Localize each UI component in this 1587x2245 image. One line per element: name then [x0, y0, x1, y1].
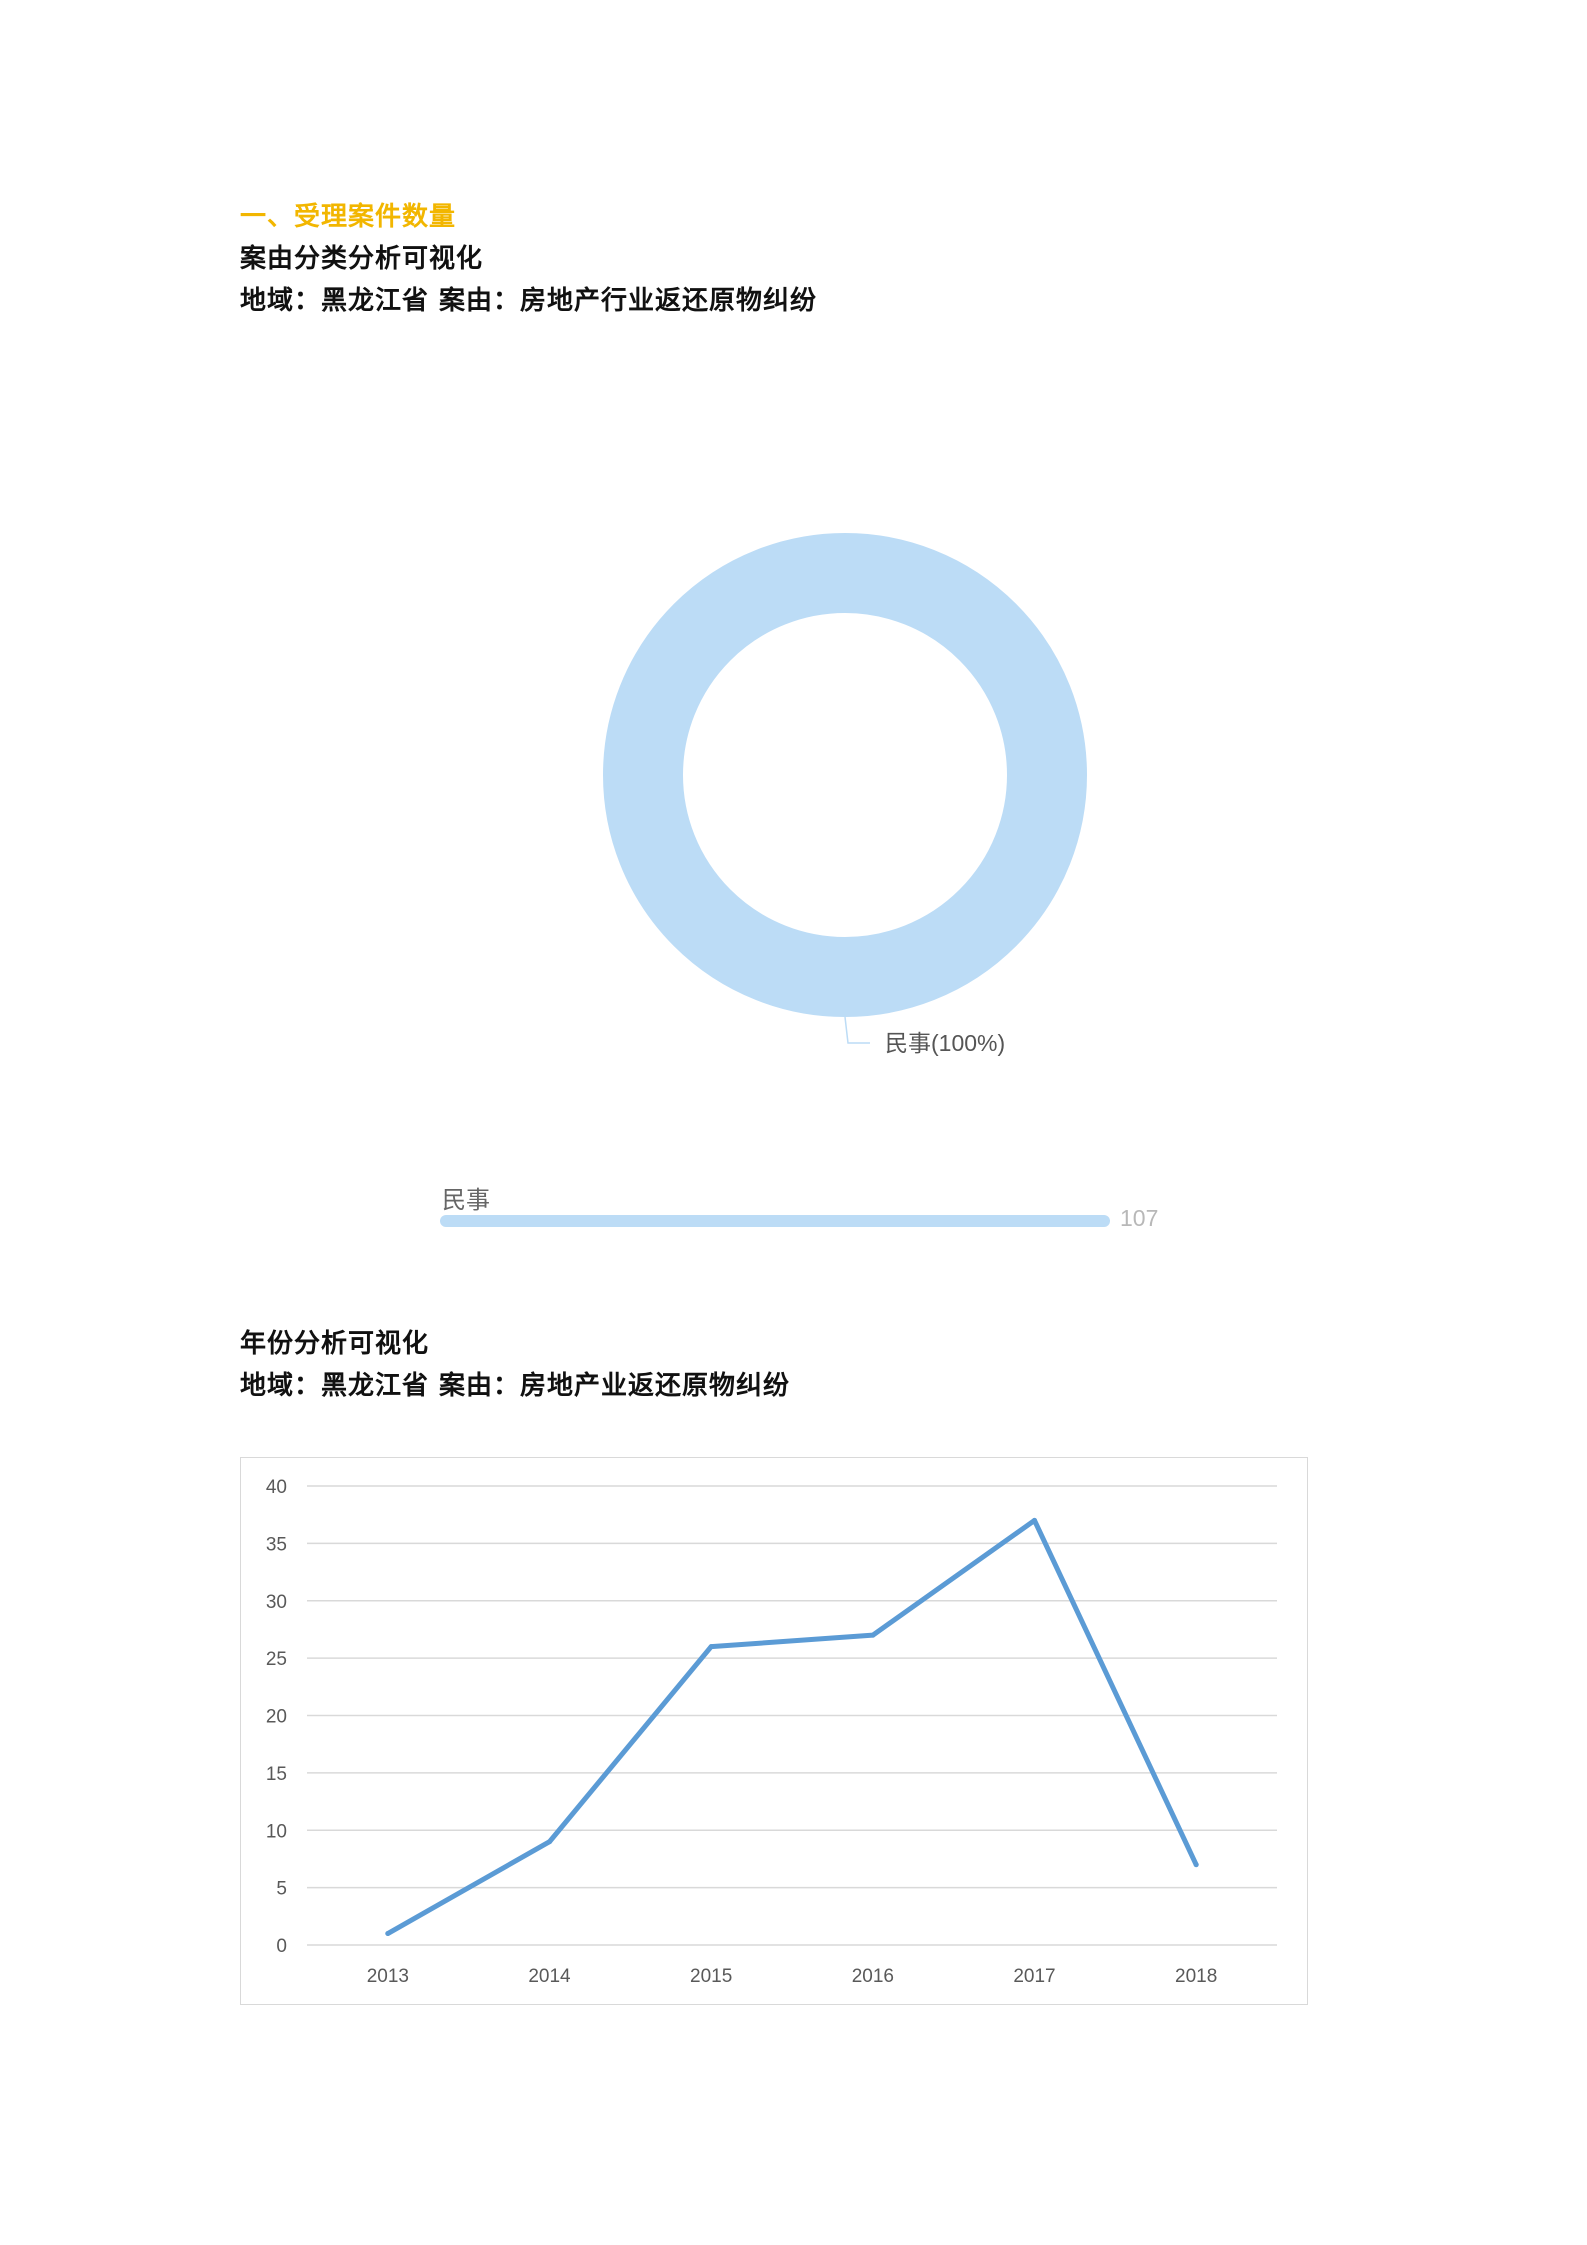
y-tick-label: 10 — [266, 1821, 287, 1842]
y-tick-label: 40 — [266, 1477, 287, 1498]
donut-slice-label: 民事(100%) — [885, 1030, 1005, 1056]
year-line-chart: 0 5 10 15 20 25 30 35 40 2013 2014 2015 2016 2017 201… — [266, 1477, 1277, 1987]
donut-slice — [603, 533, 1087, 1017]
section-heading: 一、受理案件数量 — [240, 202, 457, 232]
data-point — [385, 1931, 391, 1937]
x-tick-label: 2016 — [852, 1966, 894, 1987]
y-tick-label: 0 — [276, 1936, 287, 1957]
data-point — [708, 1644, 714, 1650]
data-point — [1193, 1862, 1199, 1868]
y-tick-label: 5 — [276, 1879, 287, 1900]
year-chart-title: 年份分析可视化 — [240, 1329, 430, 1359]
year-line-chart-frame: 0 5 10 15 20 25 30 35 40 2013 2014 2015 2016 2017 201… — [240, 1457, 1308, 2005]
x-tick-label: 2018 — [1175, 1966, 1217, 1987]
y-tick-label: 30 — [266, 1592, 287, 1613]
cause-chart-title: 案由分类分析可视化 — [240, 244, 484, 274]
series-line — [385, 1517, 1199, 1937]
x-tick-label: 2014 — [528, 1966, 571, 1987]
bar-value-label: 107 — [1120, 1205, 1159, 1231]
y-tick-label: 25 — [266, 1649, 287, 1670]
x-tick-label: 2015 — [690, 1966, 732, 1987]
x-tick-label: 2013 — [367, 1966, 409, 1987]
data-point — [870, 1632, 876, 1638]
bar-category-label: 民事 — [442, 1187, 490, 1214]
x-tick-label: 2017 — [1013, 1966, 1055, 1987]
data-point — [1032, 1517, 1037, 1523]
year-chart-filter: 地域：黑龙江省 案由：房地产业返还原物纠纷 — [240, 1371, 791, 1401]
cause-bar-chart: 民事 107 — [440, 1170, 1200, 1250]
y-tick-label: 20 — [266, 1707, 287, 1728]
bar-fill — [440, 1215, 1110, 1227]
y-tick-label: 35 — [266, 1534, 287, 1555]
data-point — [547, 1839, 552, 1845]
cause-chart-filter: 地域：黑龙江省 案由：房地产行业返还原物纠纷 — [240, 286, 818, 316]
y-tick-label: 15 — [266, 1764, 287, 1785]
cause-donut-chart: 民事(100%) — [603, 533, 1087, 1056]
donut-label-line — [844, 1016, 870, 1044]
bar-track — [440, 1215, 1110, 1227]
